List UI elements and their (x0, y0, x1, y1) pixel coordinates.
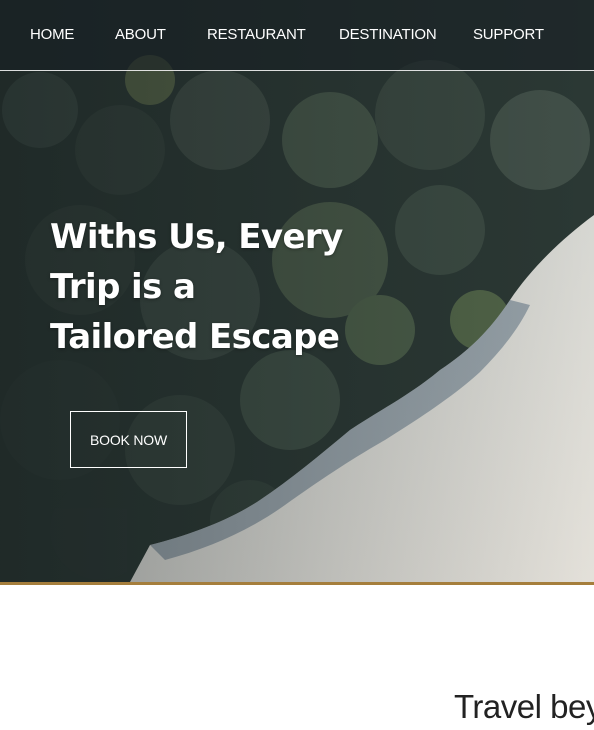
hero-banner: HOME ABOUT RESTAURANT DESTINATION SUPPOR… (0, 0, 594, 582)
headline-line-2: Trip is a (50, 267, 196, 307)
top-navigation: HOME ABOUT RESTAURANT DESTINATION SUPPOR… (0, 0, 594, 71)
nav-about[interactable]: ABOUT (115, 26, 166, 43)
nav-restaurant[interactable]: RESTAURANT (207, 26, 306, 43)
nav-home[interactable]: HOME (30, 26, 74, 43)
book-now-button[interactable]: BOOK NOW (70, 411, 187, 468)
section-title: Travel bey (454, 688, 594, 725)
headline-line-1: Withs Us, Every (50, 217, 343, 257)
section-heading-area: Travel bey (0, 600, 594, 730)
hero-headline: Withs Us, Every Trip is a Tailored Escap… (50, 212, 370, 362)
nav-destination[interactable]: DESTINATION (339, 26, 437, 43)
hero-bottom-divider (0, 582, 594, 585)
nav-support[interactable]: SUPPORT (473, 26, 544, 43)
headline-line-3: Tailored Escape (50, 317, 340, 357)
